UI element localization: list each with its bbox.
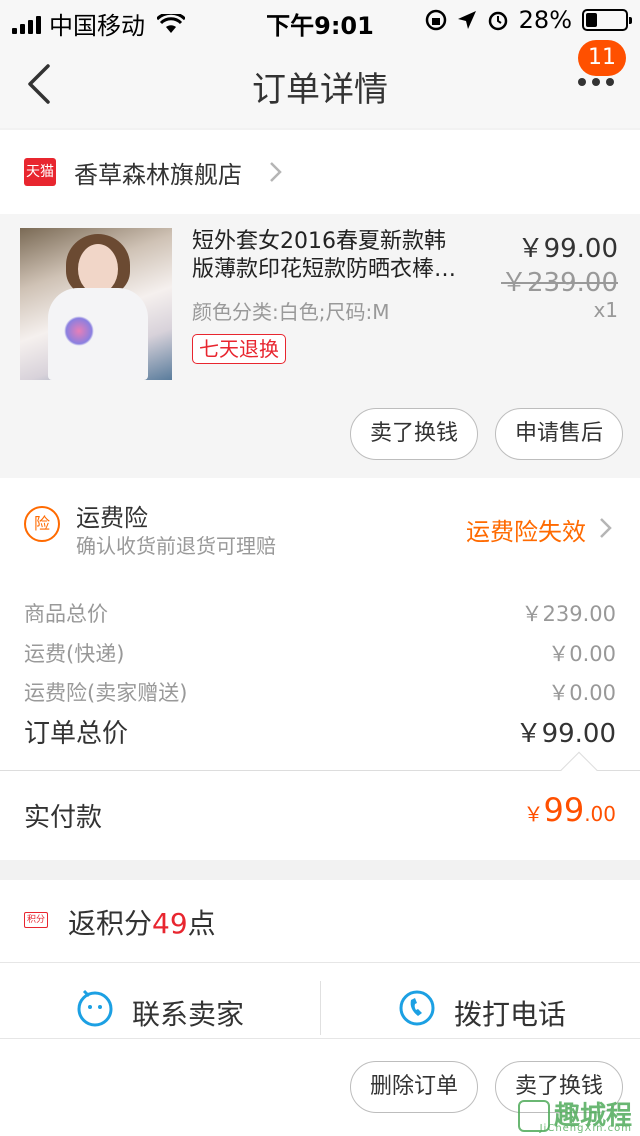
paid-currency: ￥	[523, 802, 544, 826]
price-label: 运费(快递)	[24, 642, 125, 666]
price-label: 商品总价	[24, 602, 108, 626]
product-quantity: x1	[593, 298, 618, 322]
shop-name: 香草森林旗舰店	[74, 161, 242, 189]
chevron-right-icon	[270, 162, 282, 182]
price-value: ￥0.00	[548, 642, 616, 666]
product-title[interactable]: 短外套女2016春夏新款韩 版薄款印花短款防晒衣棒…	[192, 228, 492, 284]
chevron-right-icon	[600, 518, 612, 538]
watermark-url: JiChengXin.com	[539, 1123, 632, 1134]
product-thumbnail[interactable]	[20, 228, 172, 380]
original-price: ￥239.00	[501, 268, 618, 298]
points-suffix: 点	[187, 907, 216, 940]
price-value: ￥0.00	[548, 681, 616, 705]
return-tag: 七天退换	[192, 334, 286, 364]
price-row: 商品总价 ￥239.00	[24, 598, 616, 628]
insurance-status: 运费险失效	[466, 518, 586, 546]
product-title-line1: 短外套女2016春夏新款韩	[192, 229, 446, 254]
price-row: 运费险(卖家赠送) ￥0.00	[24, 677, 616, 707]
price-value: ￥99.00	[515, 719, 616, 749]
footer-actions: 删除订单 卖了换钱 趣城程 JiChengXin.com	[0, 1038, 640, 1136]
insurance-icon: 险	[24, 506, 60, 542]
contact-seller-label: 联系卖家	[132, 998, 245, 1031]
points-value: 49	[152, 907, 188, 940]
insurance-row[interactable]: 险 运费险 确认收货前退货可理赔 运费险失效	[0, 478, 640, 568]
call-phone-label: 拨打电话	[454, 998, 567, 1031]
price-label: 运费险(卖家赠送)	[24, 681, 188, 705]
paid-dec: .00	[584, 802, 616, 826]
price-breakdown: 商品总价 ￥239.00 运费(快递) ￥0.00 运费险(卖家赠送) ￥0.0…	[0, 568, 640, 770]
paid-int: 99	[543, 791, 585, 829]
more-dots-icon[interactable]	[578, 78, 614, 86]
phone-icon	[399, 990, 435, 1026]
product-price: ￥99.00	[517, 234, 618, 264]
location-icon	[457, 11, 476, 29]
tmall-logo: 天猫	[24, 158, 56, 186]
nav-bar: 订单详情 11	[0, 40, 640, 128]
price-label: 订单总价	[24, 719, 129, 749]
alarm-icon	[488, 11, 507, 31]
message-badge: 11	[578, 40, 626, 76]
watermark: 趣城程 JiChengXin.com	[517, 1095, 632, 1134]
insurance-subtitle: 确认收货前退货可理赔	[76, 534, 276, 558]
points-icon: 积分	[24, 912, 48, 928]
rotation-lock-icon	[425, 9, 446, 31]
order-total-row: 订单总价 ￥99.00	[24, 713, 616, 750]
contact-bar: 联系卖家 拨打电话	[0, 962, 640, 1038]
battery-percent: 28%	[518, 6, 572, 34]
page-title: 订单详情	[252, 70, 388, 110]
price-row: 运费(快递) ￥0.00	[24, 638, 616, 668]
delete-order-button[interactable]: 删除订单	[350, 1061, 478, 1113]
paid-amount: ￥99.00	[523, 791, 616, 829]
chat-icon	[77, 989, 113, 1027]
call-phone-button[interactable]: 拨打电话	[320, 963, 640, 1039]
product-title-line2: 版薄款印花短款防晒衣棒…	[192, 257, 457, 282]
paid-label: 实付款	[24, 803, 103, 833]
resell-button[interactable]: 卖了换钱	[350, 408, 478, 460]
product-spec: 颜色分类:白色;尺码:M	[192, 300, 390, 324]
price-value: ￥239.00	[521, 602, 616, 626]
status-bar: 中国移动 下午9:01 28%	[0, 0, 640, 40]
shop-row[interactable]: 天猫 香草森林旗舰店	[0, 130, 640, 214]
insurance-title: 运费险	[76, 504, 148, 532]
battery-icon	[582, 9, 632, 31]
points-prefix: 返积分	[68, 907, 153, 940]
paid-row: 实付款 ￥99.00	[0, 751, 640, 860]
contact-seller-button[interactable]: 联系卖家	[0, 963, 320, 1039]
after-sale-button[interactable]: 申请售后	[495, 408, 623, 460]
points-text: 返积分49点	[68, 902, 216, 942]
points-row: 积分 返积分49点	[0, 880, 640, 962]
